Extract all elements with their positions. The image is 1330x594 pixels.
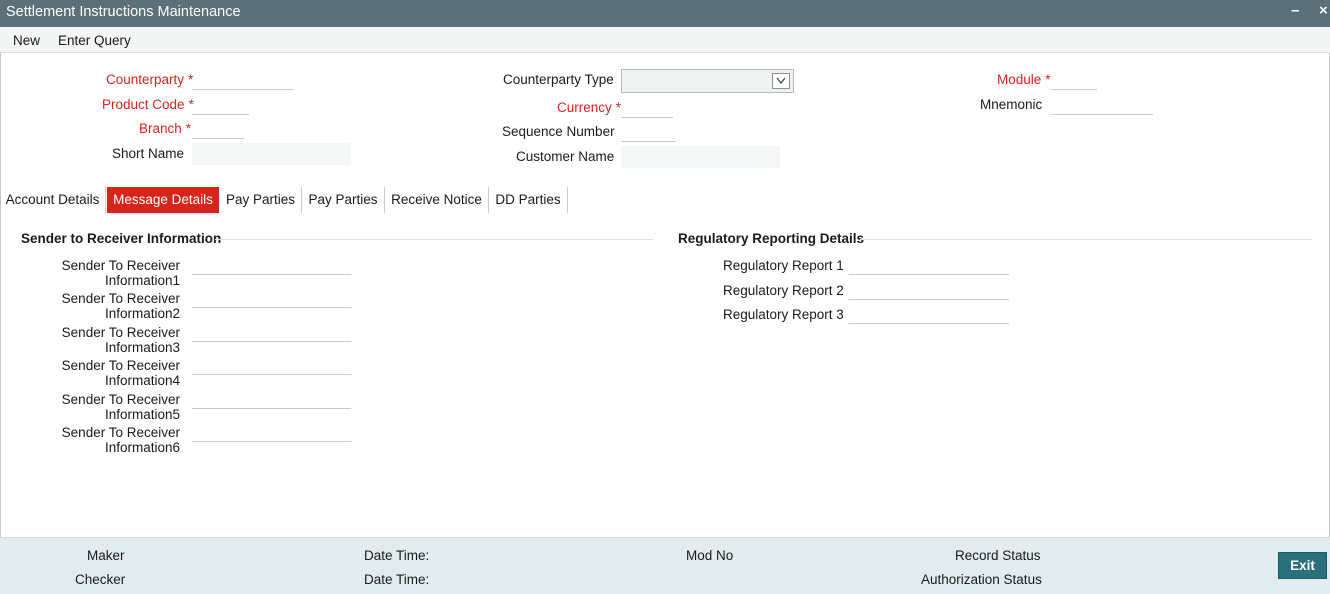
counterparty-input[interactable] (192, 70, 294, 90)
regulatory-section-title: Regulatory Reporting Details (678, 231, 865, 246)
branch-label: Branch * (139, 121, 192, 136)
regulatory-report-1-input[interactable] (849, 255, 1009, 275)
mnemonic-input[interactable] (1051, 95, 1153, 115)
maker-date-time-label: Date Time: (364, 548, 430, 563)
sender-info-3-input[interactable] (192, 322, 351, 342)
enter-query-menu-item[interactable]: Enter Query (58, 33, 131, 48)
mod-no-label: Mod No (686, 548, 734, 563)
sequence-number-label: Sequence Number (502, 124, 615, 139)
record-status-label: Record Status (955, 548, 1041, 563)
audit-footer: Maker Checker Date Time: Date Time: Mod … (0, 537, 1330, 594)
mnemonic-label: Mnemonic (980, 97, 1043, 112)
tab-receive-notice[interactable]: Receive Notice (385, 187, 489, 213)
sender-info-4-input[interactable] (192, 355, 351, 375)
new-menu-item[interactable]: New (13, 33, 40, 48)
regulatory-report-3-label: Regulatory Report 3 (723, 307, 844, 322)
sender-info-5-input[interactable] (192, 389, 351, 409)
currency-label: Currency * (557, 100, 622, 115)
tab-dd-parties[interactable]: DD Parties (489, 187, 568, 213)
counterparty-type-select[interactable] (621, 69, 794, 93)
sender-info-1-input[interactable] (192, 255, 351, 275)
module-input[interactable] (1051, 70, 1097, 90)
sender-info-1-label: Sender To Receiver Information1 (61, 258, 180, 288)
counterparty-label: Counterparty * (106, 72, 194, 87)
title-bar: Settlement Instructions Maintenance – × (0, 0, 1330, 27)
close-icon[interactable]: × (1319, 2, 1328, 19)
window-title: Settlement Instructions Maintenance (6, 4, 241, 20)
product-code-label: Product Code * (102, 97, 194, 112)
currency-input[interactable] (621, 98, 673, 118)
sender-info-6-label: Sender To Receiver Information6 (61, 425, 180, 455)
tab-pay-parties-2[interactable]: Pay Parties (302, 187, 385, 213)
product-code-input[interactable] (192, 95, 249, 115)
sender-info-3-label: Sender To Receiver Information3 (61, 325, 180, 355)
regulatory-report-3-input[interactable] (849, 304, 1009, 324)
checker-date-time-label: Date Time: (364, 572, 430, 587)
sender-info-5-label: Sender To Receiver Information5 (61, 392, 180, 422)
sender-info-2-label: Sender To Receiver Information2 (61, 291, 180, 321)
sender-info-4-label: Sender To Receiver Information4 (61, 358, 180, 388)
maker-label: Maker (87, 548, 125, 563)
short-name-label: Short Name (112, 146, 185, 161)
sender-info-2-input[interactable] (192, 288, 351, 308)
tab-pay-parties-1[interactable]: Pay Parties (220, 187, 302, 213)
regulatory-section-divider (860, 239, 1312, 240)
checker-label: Checker (75, 572, 126, 587)
sender-info-6-input[interactable] (192, 422, 351, 442)
regulatory-report-2-input[interactable] (849, 280, 1009, 300)
customer-name-label: Customer Name (516, 149, 615, 164)
exit-button[interactable]: Exit (1278, 552, 1327, 579)
chevron-down-icon[interactable] (772, 73, 790, 89)
tab-account-details[interactable]: Account Details (0, 187, 106, 213)
module-label: Module * (997, 72, 1051, 87)
regulatory-report-1-label: Regulatory Report 1 (723, 258, 844, 273)
sender-section-divider (215, 239, 653, 240)
tab-message-details[interactable]: Message Details (107, 187, 219, 213)
short-name-field (192, 143, 351, 165)
customer-name-field (621, 146, 780, 168)
sender-section-title: Sender to Receiver Information (21, 231, 222, 246)
minimize-icon[interactable]: – (1291, 2, 1299, 19)
counterparty-type-label: Counterparty Type (503, 72, 614, 87)
regulatory-report-2-label: Regulatory Report 2 (723, 283, 844, 298)
branch-input[interactable] (192, 119, 244, 139)
sequence-number-input[interactable] (621, 122, 676, 142)
authorization-status-label: Authorization Status (921, 572, 1042, 587)
menu-bar: New Enter Query (0, 27, 1330, 53)
